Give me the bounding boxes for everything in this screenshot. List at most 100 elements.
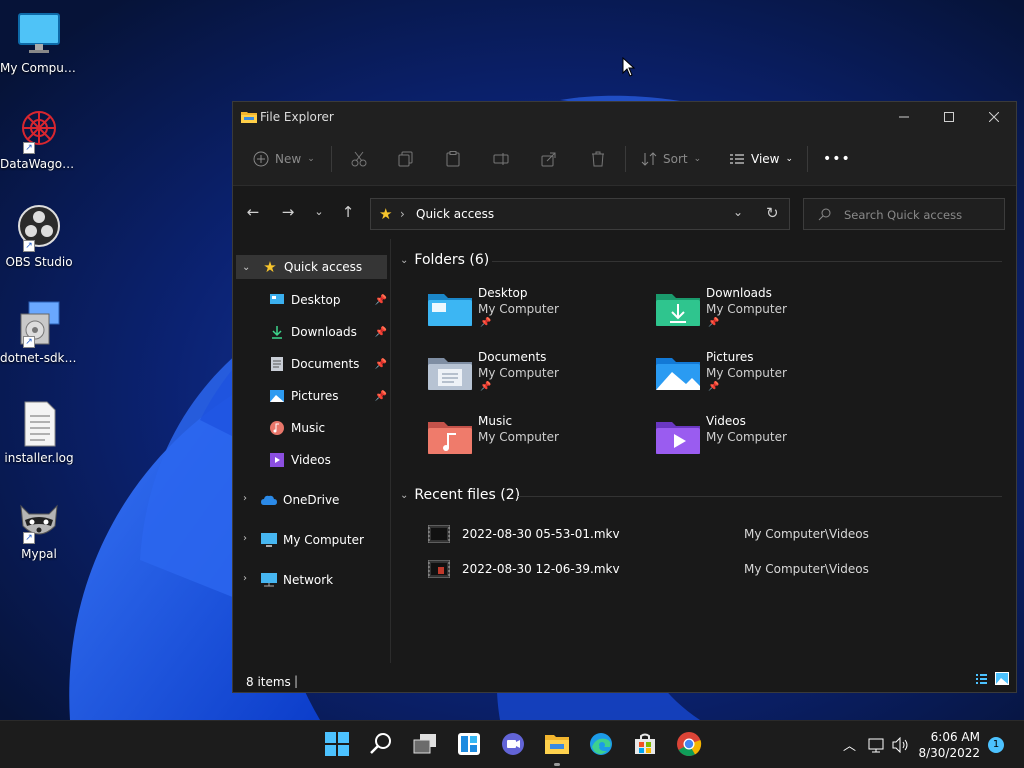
folder-tile-videos[interactable]: Videos My Computer [656,414,876,466]
sidebar-item-network[interactable]: Network [261,568,387,592]
sidebar-item-my-computer[interactable]: My Computer [261,528,387,552]
volume-icon[interactable] [892,737,910,753]
sidebar-item-quick-access[interactable]: ⌄ ★ Quick access [236,255,387,279]
breadcrumb-chevron-icon: › [400,207,405,221]
folder-location: My Computer [478,430,559,444]
minimize-button[interactable] [881,102,927,132]
folder-tile-downloads[interactable]: Downloads My Computer 📌 [656,286,876,338]
share-button[interactable] [541,149,557,169]
new-label: New [275,152,302,166]
sidebar-item-label: Music [291,421,326,435]
sidebar-item-label: Videos [291,453,331,467]
sidebar-item-documents[interactable]: Documents 📌 [269,352,387,376]
sidebar-item-videos[interactable]: Videos [269,448,387,472]
address-dropdown-icon[interactable]: ⌄ [733,205,743,219]
see-more-button[interactable]: ••• [823,149,851,169]
sidebar-item-label: OneDrive [283,493,340,507]
widgets-icon[interactable] [456,731,482,757]
sidebar-item-label: Downloads [291,325,357,339]
file-explorer-taskbar-icon[interactable] [544,731,570,757]
maximize-button[interactable] [926,102,972,132]
close-button[interactable] [971,102,1017,132]
clipboard-icon [446,151,460,167]
maximize-icon [944,112,954,122]
recent-locations-button[interactable]: ⌄ [309,202,329,222]
chat-icon[interactable] [500,731,526,757]
folder-name: Music [478,414,513,428]
chevron-right-icon[interactable]: › [243,533,247,544]
text-file-icon [15,400,63,448]
up-button[interactable]: ↑ [338,202,358,222]
title-bar[interactable]: File Explorer [233,102,1016,132]
desktop-icon-installer-log[interactable]: installer.log [0,400,78,465]
chevron-down-icon: ⌄ [314,205,324,218]
paste-button[interactable] [445,149,461,169]
show-hidden-icons-chevron-icon[interactable]: ︿ [843,735,856,754]
recent-file-location: My Computer\Videos [744,527,869,541]
item-count: 8 items [246,675,291,689]
sidebar-item-pictures[interactable]: Pictures 📌 [269,384,387,408]
document-icon [269,356,285,372]
recent-file-row[interactable]: 2022-08-30 12-06-39.mkv My Computer\Vide… [428,557,988,581]
folder-tile-music[interactable]: Music My Computer [428,414,648,466]
folder-name: Documents [478,350,547,364]
search-icon[interactable] [368,731,394,757]
folder-tile-pictures[interactable]: Pictures My Computer 📌 [656,350,876,402]
sort-button[interactable]: Sort ⌄ [641,149,701,169]
sidebar-item-onedrive[interactable]: OneDrive [261,488,387,512]
recent-file-row[interactable]: 2022-08-30 05-53-01.mkv My Computer\Vide… [428,522,988,546]
chevron-down-icon[interactable]: ⌄ [242,262,250,273]
tiles-view-icon[interactable] [995,672,1009,688]
sidebar-item-desktop[interactable]: Desktop 📌 [269,288,387,312]
trash-icon [592,151,604,167]
folders-section-header[interactable]: ⌄ Folders (6) [400,252,489,268]
forward-button[interactable]: → [278,202,298,222]
chevron-down-icon: ⌄ [400,254,409,266]
folder-tile-documents[interactable]: Documents My Computer 📌 [428,350,648,402]
folders-header-label: Folders (6) [414,252,490,268]
plus-circle-icon [253,151,269,167]
start-windows-icon[interactable] [324,731,350,757]
navigation-pane: ⌄ ★ Quick access Desktop 📌 Downloads 📌 D… [233,239,391,663]
breadcrumb-quick-access[interactable]: Quick access [416,207,494,221]
task-view-icon[interactable] [412,731,438,757]
chevron-right-icon[interactable]: › [243,573,247,584]
arrow-up-icon: ↑ [341,203,355,221]
store-icon[interactable] [632,731,658,757]
window-title: File Explorer [260,110,334,124]
desktop-icon-my-computer[interactable]: My Computer [0,10,78,75]
cloud-icon [261,492,277,508]
desktop-icon-datawagon[interactable]: ↗ DataWagon... [0,106,78,171]
folder-location: My Computer [478,302,559,316]
cut-button[interactable] [351,149,367,169]
folder-tile-desktop[interactable]: Desktop My Computer 📌 [428,286,648,338]
folder-location: My Computer [706,366,787,380]
desktop-icon-mypal[interactable]: ↗ Mypal [0,496,78,561]
file-explorer-icon [241,112,257,123]
system-clock[interactable]: 6:06 AM 8/30/2022 [918,729,980,761]
recent-section-header[interactable]: ⌄ Recent files (2) [400,487,520,503]
new-button[interactable]: New ⌄ [253,149,315,169]
notification-badge[interactable]: 1 [988,737,1004,753]
sidebar-item-music[interactable]: Music [269,416,387,440]
chevron-right-icon[interactable]: › [243,493,247,504]
sidebar-item-downloads[interactable]: Downloads 📌 [269,320,387,344]
rename-button[interactable] [493,149,509,169]
navigation-bar: ← → ⌄ ↑ ★ › Quick access ⌄ ↻ Search Quic… [233,186,1016,238]
view-button[interactable]: View ⌄ [729,149,793,169]
desktop-icon-dotnet[interactable]: ↗ dotnet-sdk-... [0,300,78,365]
address-bar[interactable]: ★ › Quick access ⌄ ↻ [370,198,790,230]
details-view-icon[interactable] [975,673,988,689]
refresh-icon[interactable]: ↻ [766,204,779,222]
folder-name: Pictures [706,350,754,364]
network-status-icon[interactable] [868,737,886,753]
search-box[interactable]: Search Quick access [803,198,1005,230]
desktop-icon-obs[interactable]: ↗ OBS Studio [0,204,78,269]
status-divider: | [294,674,299,688]
chrome-icon[interactable] [676,731,702,757]
copy-button[interactable] [398,149,414,169]
back-button[interactable]: ← [243,202,263,222]
delete-button[interactable] [590,149,606,169]
search-icon [818,208,831,221]
edge-browser-icon[interactable] [588,731,614,757]
